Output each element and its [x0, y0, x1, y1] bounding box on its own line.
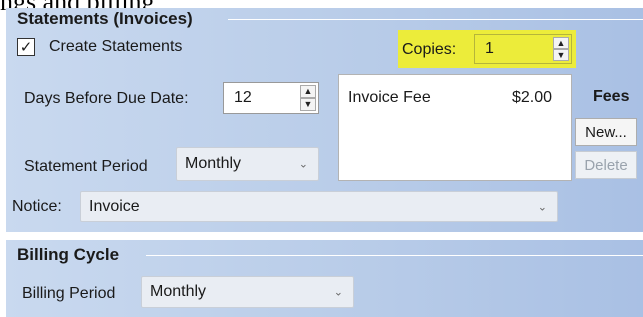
copies-value: 1 [485, 40, 494, 57]
fee-amount: $2.00 [512, 89, 553, 106]
copies-label: Copies: [402, 41, 457, 58]
billing-cycle-group-title: Billing Cycle [17, 245, 120, 264]
statements-group-title: Statements (Invoices) [17, 9, 193, 28]
days-before-due-value: 12 [234, 89, 252, 106]
notice-value: Invoice [89, 197, 140, 215]
days-before-due-label: Days Before Due Date: [24, 90, 189, 107]
notice-label: Notice: [12, 198, 62, 215]
billing-period-value: Monthly [150, 283, 207, 300]
notice-select[interactable]: Invoice ⌄ [80, 191, 558, 222]
spin-up-icon[interactable]: ▲ [300, 85, 316, 98]
billing-period-select[interactable]: Monthly ⌄ [141, 276, 354, 308]
check-icon: ✓ [19, 38, 33, 56]
fee-name: Invoice Fee [348, 89, 431, 106]
days-before-due-spinner[interactable]: 12 ▲ ▼ [223, 82, 319, 114]
billing-period-label: Billing Period [22, 285, 116, 302]
fees-label: Fees [593, 88, 630, 105]
statement-period-value: Monthly [185, 155, 242, 172]
copies-spinner[interactable]: 1 ▲ ▼ [474, 34, 572, 64]
statement-period-select[interactable]: Monthly ⌄ [176, 147, 319, 181]
days-spin-buttons[interactable]: ▲ ▼ [300, 85, 316, 111]
chevron-down-icon: ⌄ [333, 286, 343, 299]
group-divider [146, 255, 643, 256]
spin-up-icon[interactable]: ▲ [553, 37, 569, 49]
new-fee-button[interactable]: New... [575, 118, 637, 146]
create-statements-checkbox[interactable]: ✓ [17, 38, 35, 56]
spin-down-icon[interactable]: ▼ [300, 98, 316, 111]
group-divider [228, 19, 643, 20]
statement-period-label: Statement Period [24, 158, 148, 175]
create-statements-label: Create Statements [49, 38, 183, 55]
copies-spin-buttons[interactable]: ▲ ▼ [553, 37, 569, 61]
delete-fee-button[interactable]: Delete [575, 151, 637, 179]
chevron-down-icon: ⌄ [298, 158, 308, 171]
spin-down-icon[interactable]: ▼ [553, 49, 569, 61]
chevron-down-icon: ⌄ [537, 201, 547, 213]
